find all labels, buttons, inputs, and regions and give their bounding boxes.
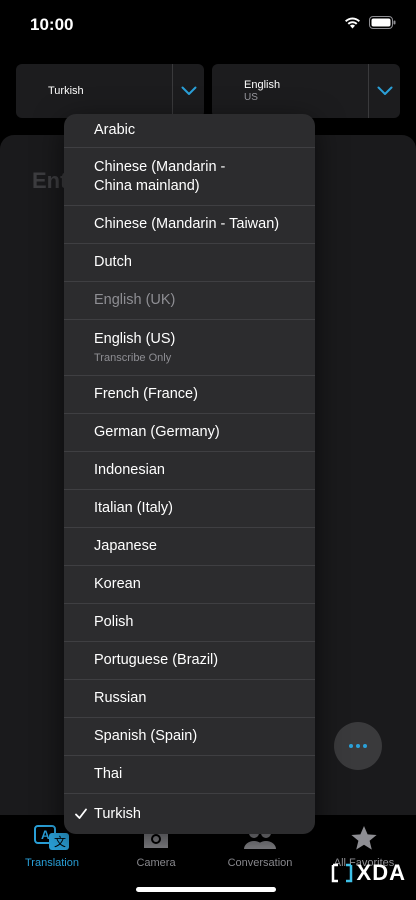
menu-item-turkish[interactable]: Turkish [64, 794, 315, 834]
target-language-region: US [244, 91, 258, 103]
battery-icon [369, 16, 396, 29]
more-options-button[interactable] [334, 722, 382, 770]
language-dropdown-menu: Arabic Chinese (Mandarin - China mainlan… [64, 114, 315, 834]
xda-logo-icon [331, 863, 352, 883]
menu-item-label: Dutch [94, 254, 132, 271]
menu-item-korean[interactable]: Korean [64, 566, 315, 604]
menu-item-label: Spanish (Spain) [94, 728, 198, 745]
menu-item-indonesian[interactable]: Indonesian [64, 452, 315, 490]
xda-watermark: XDA [331, 860, 406, 886]
menu-item-label: Italian (Italy) [94, 500, 173, 517]
menu-item-polish[interactable]: Polish [64, 604, 315, 642]
menu-item-sublabel: Transcribe Only [94, 351, 172, 364]
menu-item-english-uk: English (UK) [64, 282, 315, 320]
menu-item-label: Thai [94, 766, 123, 783]
menu-item-portuguese[interactable]: Portuguese (Brazil) [64, 642, 315, 680]
menu-item-label: Polish [94, 614, 134, 631]
target-language-selector[interactable]: English US [212, 64, 400, 118]
menu-item-russian[interactable]: Russian [64, 680, 315, 718]
status-bar: 10:00 [0, 0, 416, 50]
menu-item-spanish[interactable]: Spanish (Spain) [64, 718, 315, 756]
menu-item-italian[interactable]: Italian (Italy) [64, 490, 315, 528]
menu-item-label: Turkish [94, 805, 141, 822]
star-icon [351, 826, 377, 850]
target-language-name: English [244, 78, 281, 91]
menu-item-label: Arabic [94, 122, 136, 139]
menu-item-arabic[interactable]: Arabic [64, 114, 315, 148]
home-indicator[interactable] [136, 887, 276, 892]
source-chevron-down-icon[interactable] [172, 64, 204, 118]
svg-text:A: A [41, 828, 50, 842]
status-icons [344, 16, 396, 29]
menu-item-label: Portuguese (Brazil) [94, 652, 219, 669]
menu-item-label: Russian [94, 690, 147, 707]
tab-label: Conversation [227, 857, 293, 869]
checkmark-icon [75, 808, 87, 819]
svg-text:文: 文 [54, 834, 66, 849]
source-language-name: Turkish [48, 84, 84, 97]
target-chevron-down-icon[interactable] [368, 64, 400, 118]
menu-item-label: English (UK) [94, 292, 176, 309]
menu-item-label: Japanese [94, 538, 157, 555]
menu-item-french[interactable]: French (France) [64, 376, 315, 414]
watermark-text: XDA [356, 860, 406, 885]
menu-item-label: Chinese (Mandarin - Taiwan) [94, 216, 280, 233]
menu-item-label: Korean [94, 576, 141, 593]
menu-item-label: German (Germany) [94, 424, 220, 441]
menu-item-chinese-taiwan[interactable]: Chinese (Mandarin - Taiwan) [64, 206, 315, 244]
menu-item-japanese[interactable]: Japanese [64, 528, 315, 566]
ellipsis-icon [349, 744, 367, 748]
source-language-selector[interactable]: Turkish [16, 64, 204, 118]
tab-label: Translation [24, 857, 79, 869]
menu-item-label: French (France) [94, 386, 198, 403]
menu-item-label: Indonesian [94, 462, 165, 479]
menu-item-chinese-mainland[interactable]: Chinese (Mandarin - China mainland) [64, 148, 315, 206]
menu-item-label: English (US) [94, 330, 176, 347]
tab-label: Camera [136, 857, 176, 869]
status-time: 10:00 [30, 15, 74, 34]
menu-item-thai[interactable]: Thai [64, 756, 315, 794]
wifi-icon [345, 17, 360, 29]
language-bar: Turkish English US [16, 64, 400, 118]
menu-item-dutch[interactable]: Dutch [64, 244, 315, 282]
menu-item-german[interactable]: German (Germany) [64, 414, 315, 452]
text-input-placeholder[interactable]: Ent [32, 168, 67, 194]
menu-item-english-us[interactable]: English (US) Transcribe Only [64, 320, 315, 376]
menu-item-label: Chinese (Mandarin - China mainland) [94, 158, 226, 194]
